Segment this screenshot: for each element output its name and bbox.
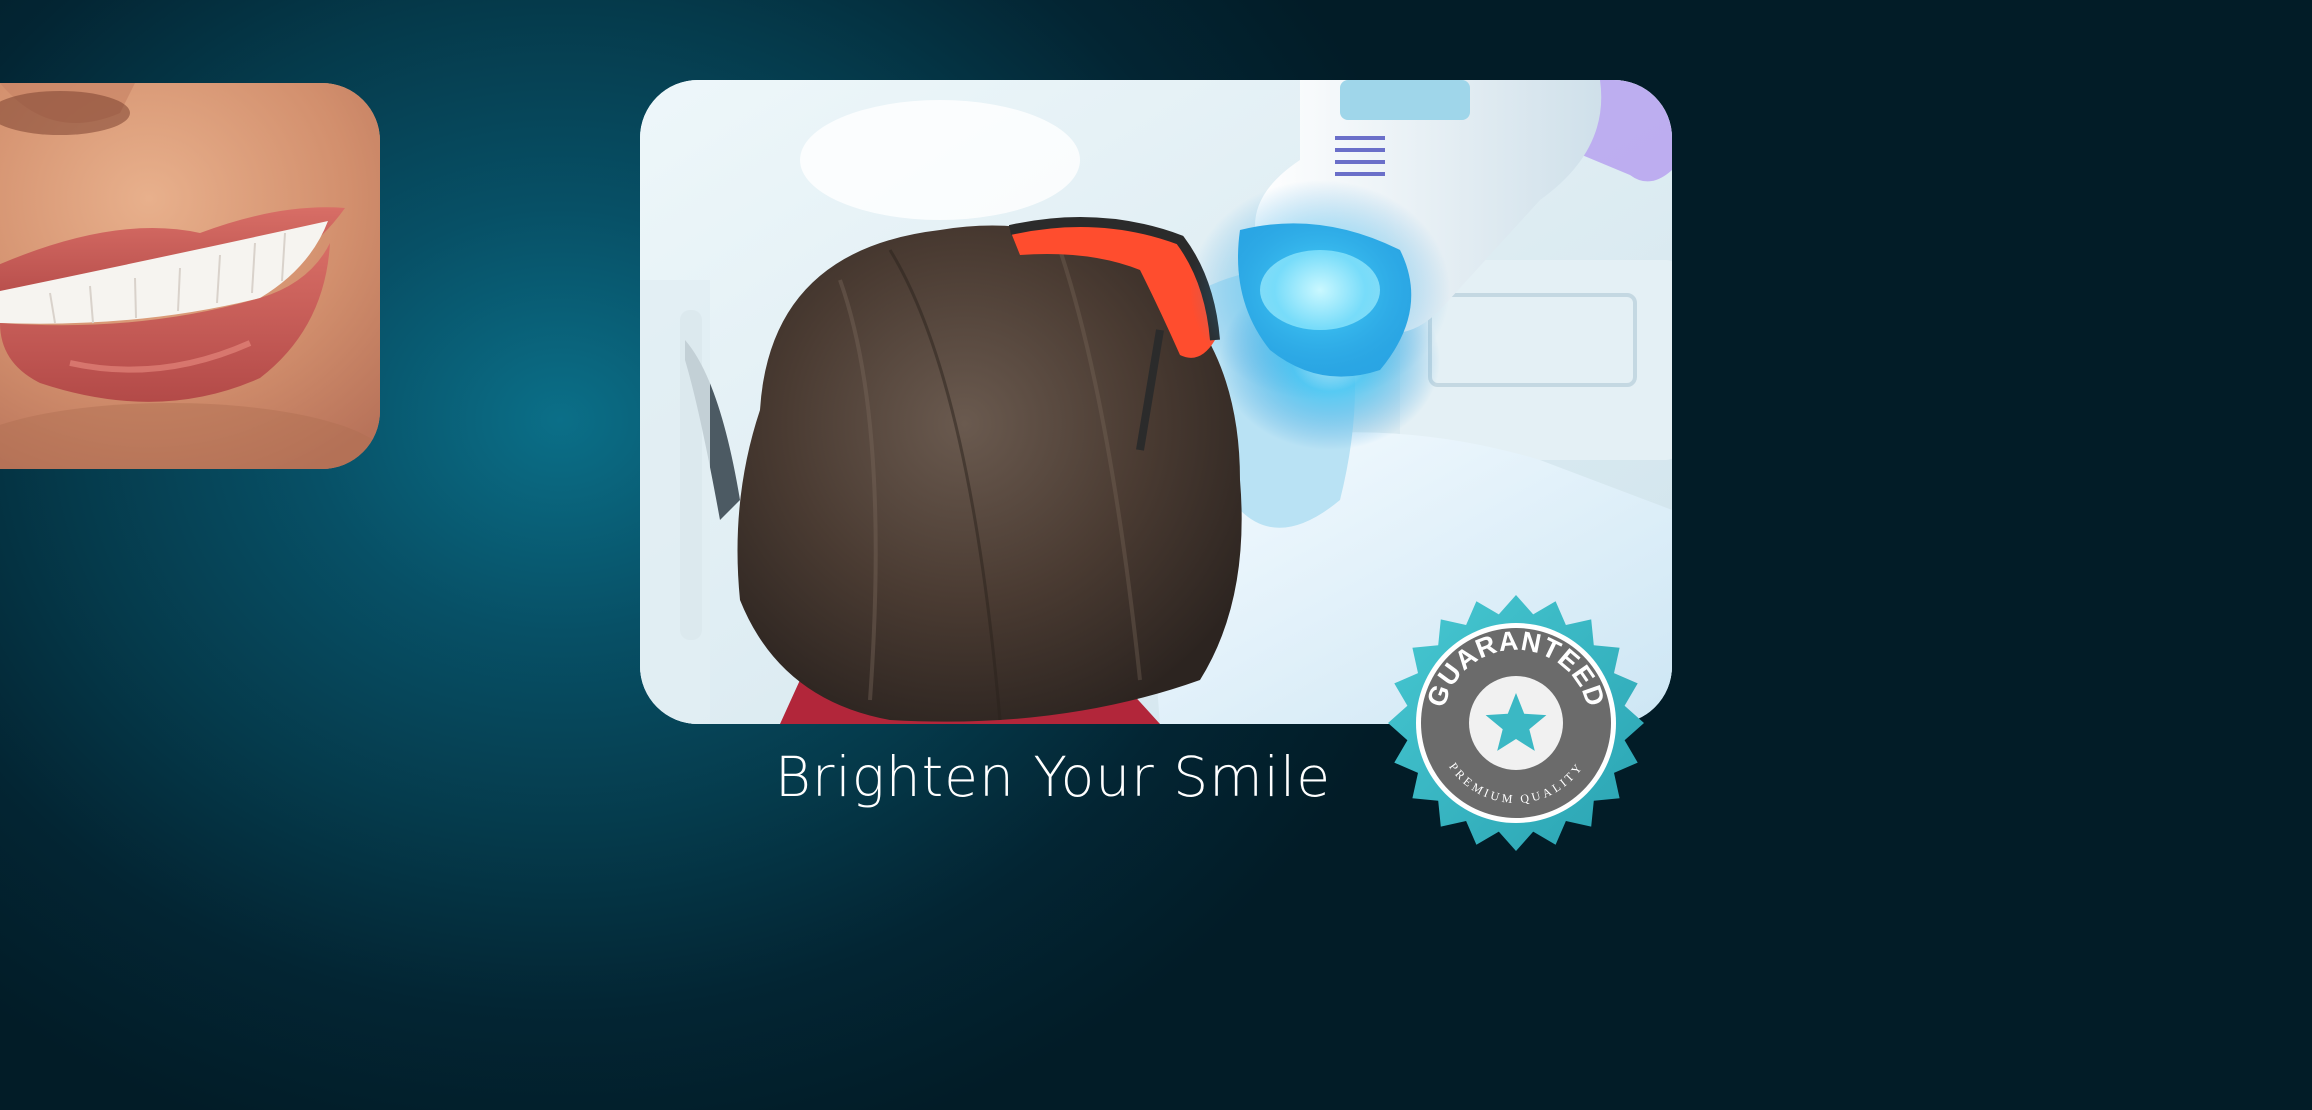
headline: Brighten Your Smile <box>774 745 1332 809</box>
smile-image <box>0 83 380 469</box>
guaranteed-badge: GUARANTEED PREMIUM QUALITY <box>1385 592 1647 854</box>
